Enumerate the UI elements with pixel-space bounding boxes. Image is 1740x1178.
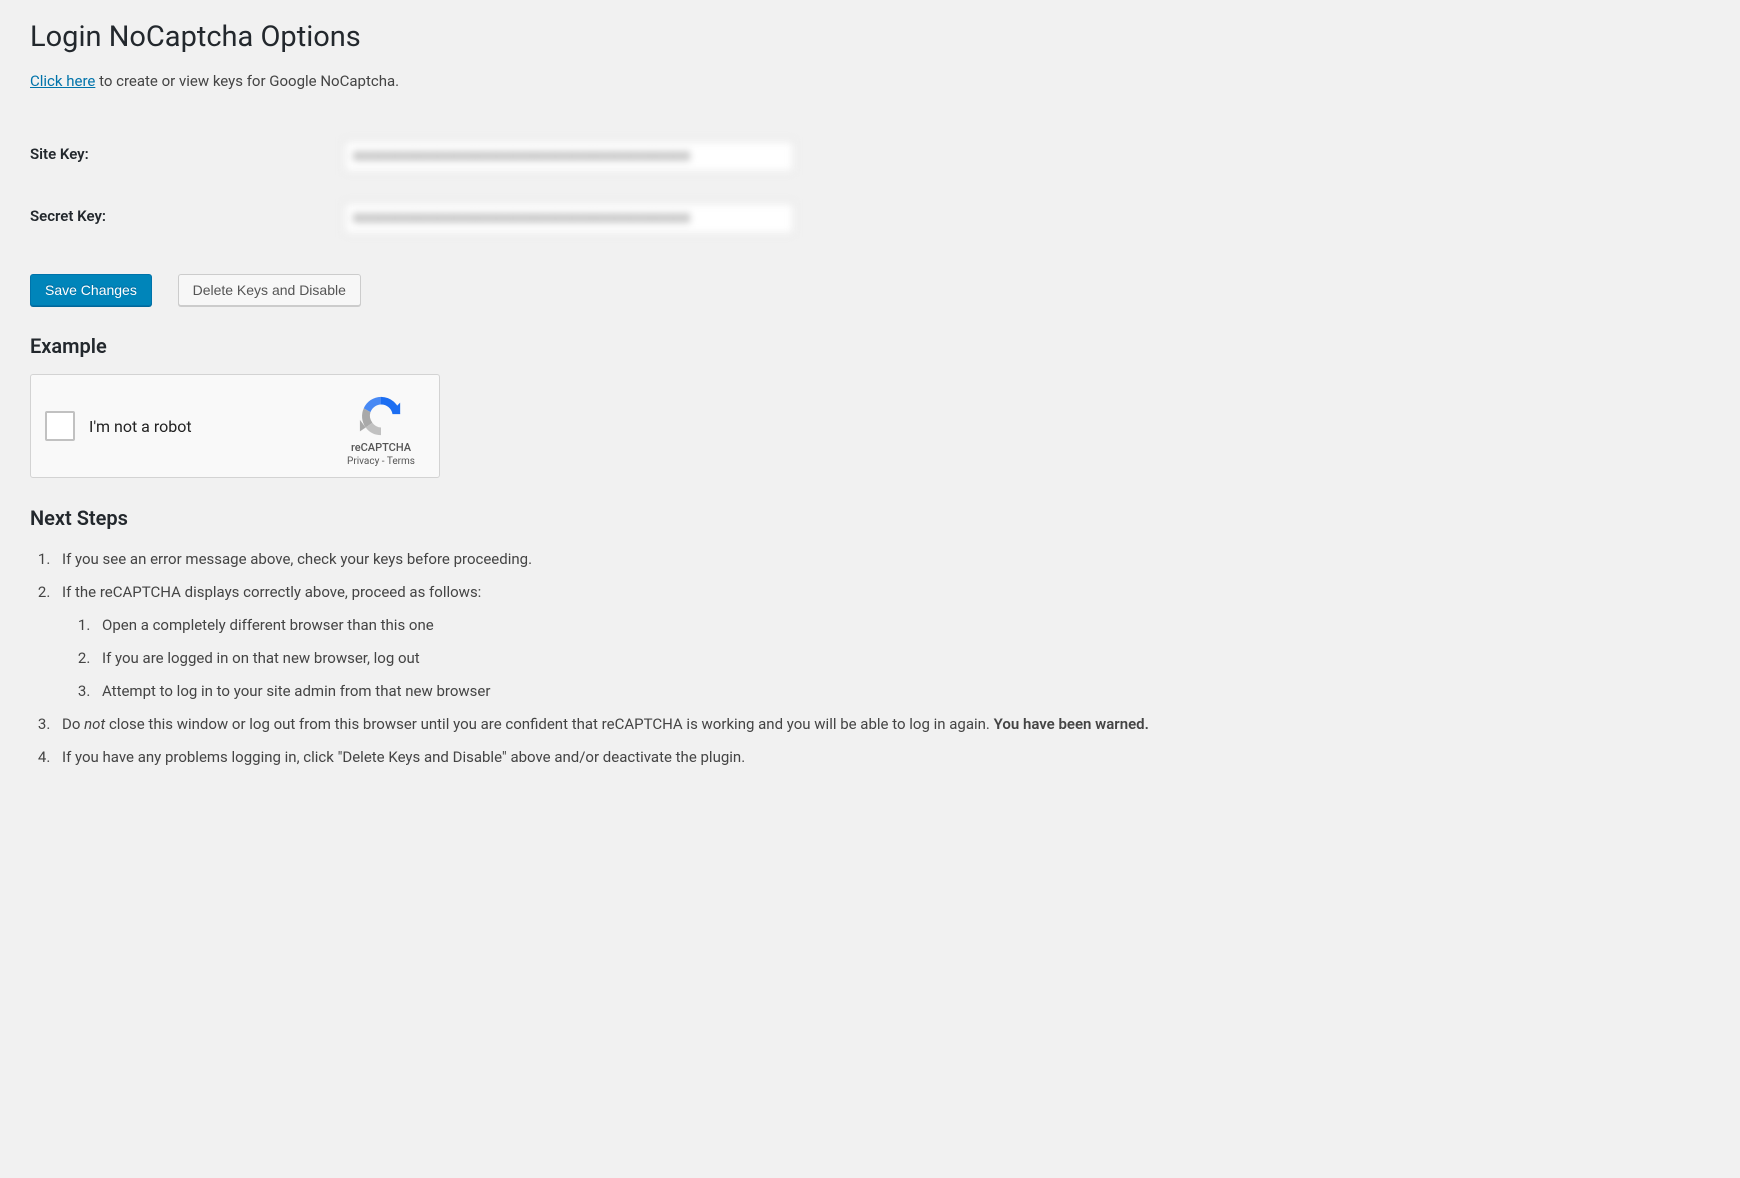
recaptcha-label: I'm not a robot [89,417,337,436]
recaptcha-privacy-link[interactable]: Privacy [347,456,379,467]
list-item: Open a completely different browser than… [94,612,1710,639]
example-heading: Example [30,334,1710,358]
secret-key-input[interactable] [344,202,794,234]
delete-keys-button[interactable]: Delete Keys and Disable [178,274,361,306]
intro-text: Click here to create or view keys for Go… [30,72,1710,90]
recaptcha-terms-link[interactable]: Terms [387,456,415,467]
save-button[interactable]: Save Changes [30,274,152,306]
page-title: Login NoCaptcha Options [30,20,1710,54]
list-item: If you are logged in on that new browser… [94,645,1710,672]
list-item: If you see an error message above, check… [54,546,1710,573]
list-item: Attempt to log in to your site admin fro… [94,678,1710,705]
site-key-label: Site Key: [30,125,334,187]
recaptcha-brand: reCAPTCHA [337,441,425,454]
list-item: Do not close this window or log out from… [54,711,1710,738]
recaptcha-widget: I'm not a robot reCAPTCHA Privacy - Term… [30,374,440,478]
recaptcha-logo-icon [358,393,404,439]
next-steps-heading: Next Steps [30,506,1710,530]
intro-rest: to create or view keys for Google NoCapt… [95,72,399,90]
list-item: If you have any problems logging in, cli… [54,744,1710,771]
site-key-input[interactable] [344,140,794,172]
list-item: If the reCAPTCHA displays correctly abov… [54,579,1710,705]
secret-key-label: Secret Key: [30,187,334,249]
recaptcha-checkbox[interactable] [45,411,75,441]
create-keys-link[interactable]: Click here [30,72,95,90]
next-steps-list: If you see an error message above, check… [30,546,1710,771]
